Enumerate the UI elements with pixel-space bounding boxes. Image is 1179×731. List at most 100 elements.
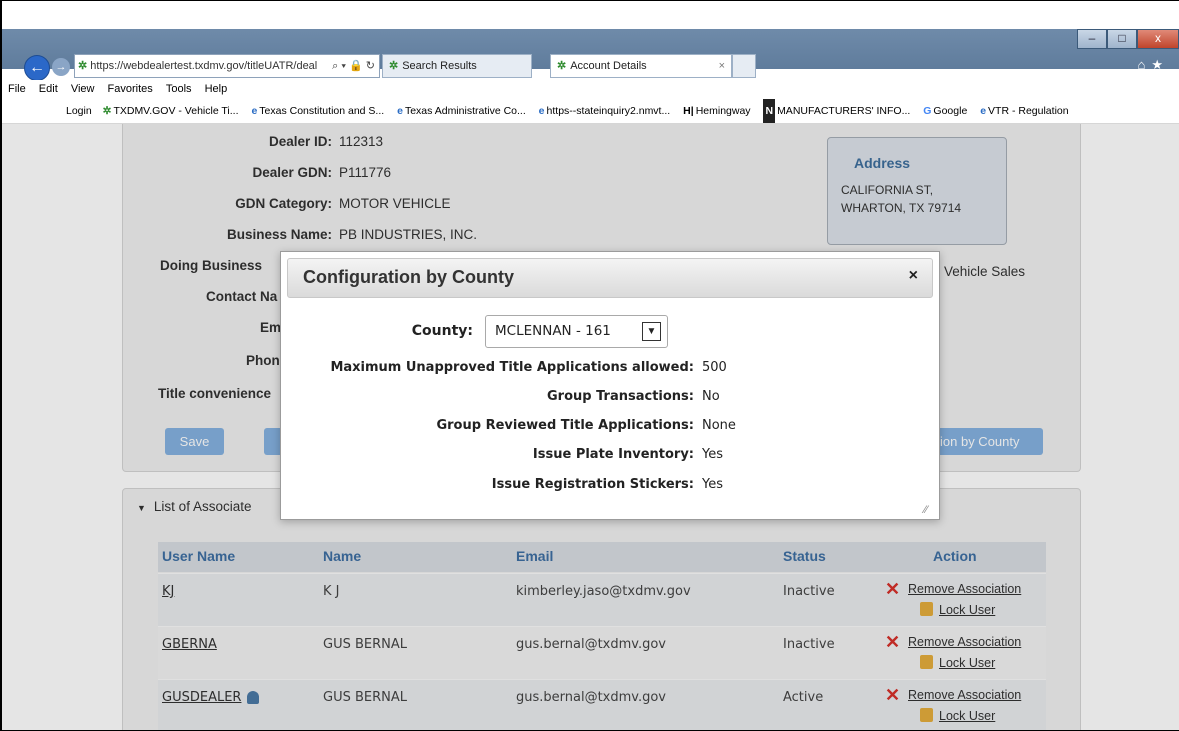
arrow-left-icon: ← <box>29 59 45 76</box>
close-window-button[interactable]: x <box>1137 29 1179 49</box>
county-label: County: <box>411 323 473 339</box>
user-fullname: GUS BERNAL <box>323 637 407 652</box>
remove-association-link[interactable]: Remove Association <box>908 582 1021 596</box>
new-tab-button[interactable] <box>732 54 756 78</box>
tab-label: Search Results <box>402 60 477 72</box>
tab-favicon-icon: ✲ <box>557 60 567 72</box>
save-button[interactable]: Save <box>165 428 224 455</box>
remove-association-link[interactable]: Remove Association <box>908 688 1021 702</box>
tab-account-details[interactable]: ✲ Account Details × <box>550 54 732 78</box>
dialog-header[interactable]: Configuration by County × <box>287 258 933 298</box>
menu-view[interactable]: View <box>71 83 95 95</box>
minimize-button[interactable]: – <box>1077 29 1107 49</box>
business-type-value: Vehicle Sales <box>944 264 1026 279</box>
address-bar[interactable]: ✲ https://webdealertest.txdmv.gov/titleUA… <box>74 54 380 78</box>
fav-google[interactable]: G Google <box>923 105 967 117</box>
table-row: KJ K J kimberley.jaso@txdmv.gov Inactive… <box>158 573 1046 626</box>
tab-search-results[interactable]: ✲ Search Results <box>382 54 532 78</box>
phone-label: Phon <box>246 353 280 368</box>
close-icon[interactable]: × <box>909 267 918 285</box>
col-action: Action <box>933 548 977 564</box>
user-status: Inactive <box>783 637 835 652</box>
resize-handle-icon[interactable]: ⁄⁄ <box>924 504 936 516</box>
menu-favorites[interactable]: Favorites <box>108 83 153 95</box>
fav-manufacturers[interactable]: N MANUFACTURERS' INFO... <box>763 99 910 123</box>
col-status[interactable]: Status <box>783 548 826 564</box>
user-status: Inactive <box>783 584 835 599</box>
issue-registration-stickers-value: Yes <box>702 477 723 492</box>
fav-tx-admin-code[interactable]: e Texas Administrative Co... <box>397 105 526 117</box>
fav-tx-constitution[interactable]: e Texas Constitution and S... <box>251 105 384 117</box>
username-link[interactable]: GUSDEALER <box>162 690 260 705</box>
panel-header[interactable]: ▼ List of Associate <box>137 499 251 514</box>
home-icon[interactable]: ⌂ <box>1137 57 1151 72</box>
dealer-user-icon <box>247 691 260 704</box>
collapse-toggle-icon[interactable]: ▼ <box>137 503 146 513</box>
ie-page-icon: e <box>397 105 403 117</box>
dba-label: Doing Business <box>160 258 263 273</box>
ie-page-icon: e <box>251 105 258 117</box>
remove-x-icon[interactable]: ✕ <box>885 579 900 600</box>
table-row: GBERNA GUS BERNAL gus.bernal@txdmv.gov I… <box>158 626 1046 679</box>
group-transactions-label: Group Transactions: <box>547 389 694 404</box>
screenshot-frame: – □ x ← → ✲ https://webdealertest.txdmv.g… <box>0 0 1179 731</box>
menu-tools[interactable]: Tools <box>166 83 192 95</box>
username-text[interactable]: GUSDEALER <box>162 690 241 705</box>
county-select[interactable]: MCLENNAN - 161 ▼ <box>485 315 668 348</box>
maximize-button[interactable]: □ <box>1107 29 1137 49</box>
ie-page-icon: e <box>980 105 987 117</box>
username-link[interactable]: KJ <box>162 584 174 599</box>
favorites-star-icon[interactable]: ★ <box>1151 57 1169 72</box>
fav-vtr[interactable]: e VTR - Regulation <box>980 105 1068 117</box>
fav-txdmv[interactable]: ✲ TXDMV.GOV - Vehicle Ti... <box>103 105 239 117</box>
col-username[interactable]: User Name <box>162 548 235 564</box>
tab-close-icon[interactable]: × <box>719 55 725 77</box>
forward-button[interactable]: → <box>52 58 70 76</box>
lock-user-link[interactable]: Lock User <box>939 709 995 723</box>
lock-icon[interactable] <box>920 655 933 669</box>
lock-icon[interactable] <box>920 602 933 616</box>
dealer-gdn-label: Dealer GDN: <box>252 165 332 180</box>
panel-title: List of Associate <box>153 499 252 514</box>
lock-user-link[interactable]: Lock User <box>939 656 995 670</box>
menu-edit[interactable]: Edit <box>39 83 58 95</box>
address-controls[interactable]: ⌕ ▾ 🔒 ↻ <box>332 55 375 77</box>
contact-name-label: Contact Na <box>206 289 278 304</box>
lock-icon[interactable] <box>920 708 933 722</box>
remove-association-link[interactable]: Remove Association <box>908 635 1021 649</box>
address-text[interactable]: https://webdealertest.txdmv.gov/titleUAT… <box>90 60 317 72</box>
gdn-category-value: MOTOR VEHICLE <box>339 196 451 211</box>
address-line2: WHARTON, TX 79714 <box>841 201 962 215</box>
address-title: Address <box>854 155 911 171</box>
fav-stateinquiry[interactable]: e https--stateinquiry2.nmvt... <box>539 105 671 117</box>
email-label: Em <box>260 320 282 335</box>
lock-user-link[interactable]: Lock User <box>939 603 995 617</box>
user-status: Active <box>783 690 824 705</box>
chevron-down-icon[interactable]: ▼ <box>642 322 661 341</box>
configuration-by-county-button[interactable]: ion by County <box>934 428 1043 455</box>
issue-plate-inventory-value: Yes <box>702 447 723 462</box>
window-controls: – □ x <box>1077 29 1179 49</box>
fav-login[interactable]: Login <box>66 105 92 117</box>
back-button[interactable]: ← <box>24 55 50 81</box>
username-link[interactable]: GBERNA <box>162 637 217 652</box>
gdn-category-label: GDN Category: <box>235 196 332 211</box>
issue-registration-stickers-label: Issue Registration Stickers: <box>491 477 694 492</box>
col-name[interactable]: Name <box>323 548 361 564</box>
menu-help[interactable]: Help <box>205 83 228 95</box>
txdmv-icon: ✲ <box>102 105 112 117</box>
fav-label: Texas Constitution and S... <box>259 105 385 117</box>
fav-hemingway[interactable]: H| Hemingway <box>683 105 750 117</box>
tab-favicon-icon: ✲ <box>389 60 399 72</box>
group-reviewed-value: None <box>702 418 736 433</box>
remove-x-icon[interactable]: ✕ <box>885 632 900 653</box>
business-name-label: Business Name: <box>226 227 332 242</box>
county-select-value: MCLENNAN - 161 <box>495 323 611 339</box>
fav-label: TXDMV.GOV - Vehicle Ti... <box>113 105 239 117</box>
table-header: User Name Name Email Status Action <box>158 542 1046 572</box>
menu-file[interactable]: File <box>8 83 26 95</box>
remove-x-icon[interactable]: ✕ <box>885 685 900 706</box>
n-logo-icon: N <box>763 99 776 123</box>
col-email[interactable]: Email <box>516 548 553 564</box>
arrow-right-icon: → <box>55 61 67 73</box>
